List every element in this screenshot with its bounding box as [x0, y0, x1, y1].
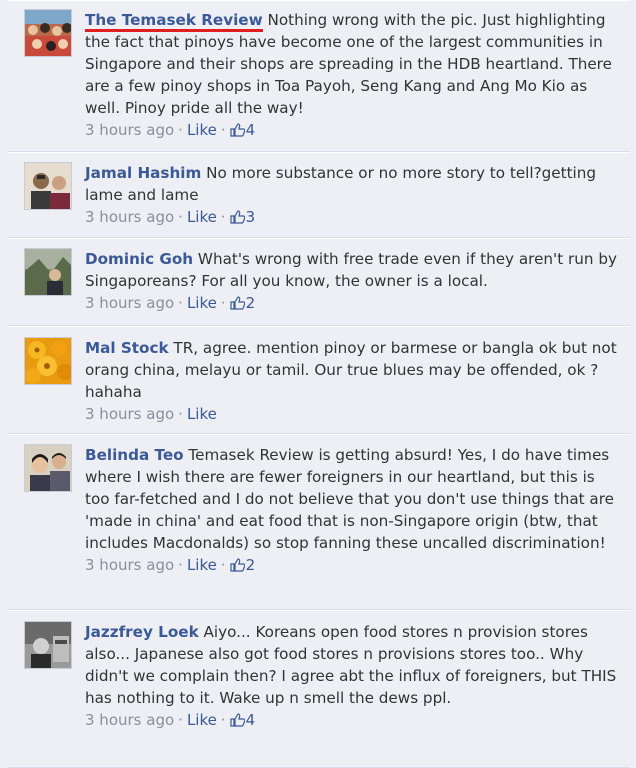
comment-timestamp[interactable]: 3 hours ago — [85, 405, 174, 423]
like-count[interactable]: 3 — [230, 208, 256, 226]
comment-meta: 3 hours ago · Like · 4 — [85, 709, 620, 733]
separator-dot: · — [178, 711, 183, 729]
like-count[interactable]: 4 — [230, 711, 256, 729]
comment-timestamp[interactable]: 3 hours ago — [85, 711, 174, 729]
comment-author-link[interactable]: Jamal Hashim — [85, 164, 201, 182]
like-button[interactable]: Like — [187, 294, 217, 312]
thumbs-up-icon — [230, 121, 246, 143]
comment-body: Mal Stock TR, agree. mention pinoy or ba… — [85, 337, 620, 425]
comment-meta: 3 hours ago · Like · 2 — [85, 292, 620, 316]
thumbs-up-icon — [230, 556, 246, 578]
avatar[interactable] — [24, 337, 72, 385]
comment-author-link[interactable]: Dominic Goh — [85, 250, 193, 268]
comment-meta: 3 hours ago · Like — [85, 403, 620, 425]
separator-dot: · — [178, 556, 183, 574]
thumbs-up-icon — [230, 294, 246, 316]
comment-body: Belinda Teo Temasek Review is getting ab… — [85, 444, 620, 578]
comment-item: Jazzfrey Loek Aiyo... Koreans open food … — [8, 610, 630, 768]
like-count[interactable]: 2 — [230, 294, 256, 312]
comment-item: The Temasek Review Nothing wrong with th… — [8, 0, 630, 152]
comment-item: Belinda Teo Temasek Review is getting ab… — [8, 434, 630, 610]
like-count-value: 4 — [245, 121, 256, 139]
like-count-value: 2 — [245, 294, 256, 312]
avatar[interactable] — [24, 9, 72, 57]
thumbs-up-icon — [230, 711, 246, 733]
comment-timestamp[interactable]: 3 hours ago — [85, 294, 174, 312]
comment-meta: 3 hours ago · Like · 3 — [85, 206, 620, 230]
like-count-value: 4 — [245, 711, 256, 729]
separator-dot: · — [178, 208, 183, 226]
like-button[interactable]: Like — [187, 711, 217, 729]
comment-author-link[interactable]: Jazzfrey Loek — [85, 623, 199, 641]
comment-meta: 3 hours ago · Like · 2 — [85, 554, 620, 578]
comment-meta: 3 hours ago · Like · 4 — [85, 119, 620, 143]
thumbs-up-icon — [230, 208, 246, 230]
comment-item: Dominic Goh What's wrong with free trade… — [8, 238, 630, 326]
avatar[interactable] — [24, 248, 72, 296]
like-count[interactable]: 2 — [230, 556, 256, 574]
comment-body: The Temasek Review Nothing wrong with th… — [85, 9, 620, 143]
comment-author-link[interactable]: Mal Stock — [85, 339, 169, 357]
like-button[interactable]: Like — [187, 556, 217, 574]
avatar[interactable] — [24, 621, 72, 669]
like-count-value: 2 — [245, 556, 256, 574]
separator-dot: · — [178, 121, 183, 139]
comment-body: Dominic Goh What's wrong with free trade… — [85, 248, 620, 316]
avatar[interactable] — [24, 162, 72, 210]
comment-timestamp[interactable]: 3 hours ago — [85, 208, 174, 226]
separator-dot: · — [220, 711, 226, 729]
comment-item: Jamal Hashim No more substance or no mor… — [8, 152, 630, 238]
separator-dot: · — [220, 121, 226, 139]
separator-dot: · — [220, 294, 226, 312]
separator-dot: · — [220, 556, 226, 574]
comment-body: Jamal Hashim No more substance or no mor… — [85, 162, 620, 230]
separator-dot: · — [178, 294, 183, 312]
like-button[interactable]: Like — [187, 121, 217, 139]
like-count[interactable]: 4 — [230, 121, 256, 139]
separator-dot: · — [178, 405, 183, 423]
like-count-value: 3 — [245, 208, 256, 226]
comment-timestamp[interactable]: 3 hours ago — [85, 556, 174, 574]
like-button[interactable]: Like — [187, 208, 217, 226]
separator-dot: · — [220, 208, 226, 226]
comment-item: Mal Stock TR, agree. mention pinoy or ba… — [8, 326, 630, 434]
comment-author-link[interactable]: The Temasek Review — [85, 11, 263, 32]
comment-body: Jazzfrey Loek Aiyo... Koreans open food … — [85, 621, 620, 733]
comment-timestamp[interactable]: 3 hours ago — [85, 121, 174, 139]
avatar[interactable] — [24, 444, 72, 492]
comment-author-link[interactable]: Belinda Teo — [85, 446, 184, 464]
like-button[interactable]: Like — [187, 405, 217, 423]
